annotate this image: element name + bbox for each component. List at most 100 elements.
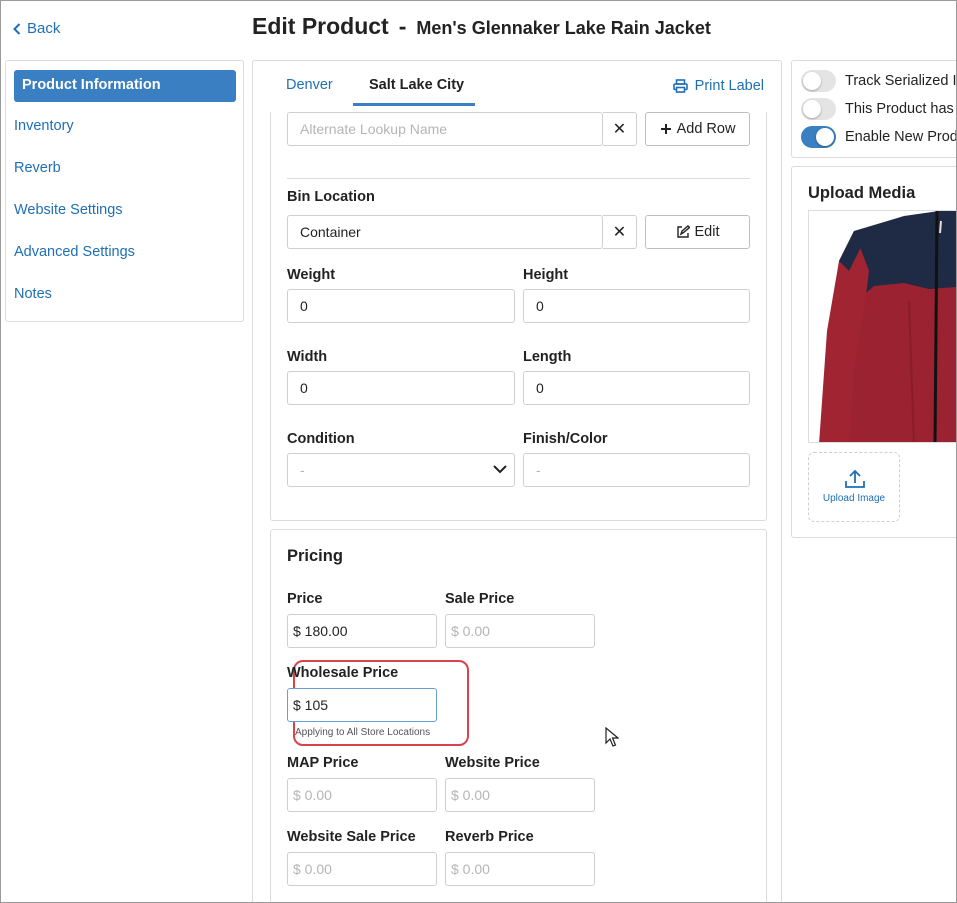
track-serialized-row: Track Serialized In xyxy=(801,70,957,92)
wholesale-price-label: Wholesale Price xyxy=(287,665,399,681)
sale-price-placeholder: $ 0.00 xyxy=(451,623,490,639)
divider xyxy=(287,178,750,179)
reverb-price-label: Reverb Price xyxy=(445,829,534,845)
bin-location-value: Container xyxy=(300,224,361,240)
upload-icon xyxy=(845,469,865,488)
edit-label: Edit xyxy=(694,224,720,240)
length-label: Length xyxy=(523,349,572,365)
alternate-lookup-input[interactable]: Alternate Lookup Name xyxy=(287,112,603,146)
product-has-label: This Product has xyxy=(845,101,954,117)
toggle-knob xyxy=(803,100,821,118)
wholesale-hint: Applying to All Store Locations xyxy=(295,727,431,738)
nav-item-advanced-settings[interactable]: Advanced Settings xyxy=(14,244,135,260)
sale-price-label: Sale Price xyxy=(445,591,515,607)
finish-color-input[interactable]: - xyxy=(523,453,750,487)
nav-item-product-information[interactable]: Product Information xyxy=(14,70,236,102)
main-panel: Denver Salt Lake City Print Label Altern… xyxy=(252,60,782,902)
enable-new-product-row: Enable New Produ xyxy=(801,126,957,148)
plus-icon xyxy=(660,124,671,134)
printer-icon xyxy=(672,79,688,93)
toggle-knob xyxy=(816,128,834,146)
back-label: Back xyxy=(27,20,61,37)
upload-media-card: Upload Media Upload Image xyxy=(791,166,956,538)
clear-bin-location-button[interactable]: ✕ xyxy=(603,215,637,249)
nav-item-notes[interactable]: Notes xyxy=(14,286,52,302)
website-price-placeholder: $ 0.00 xyxy=(451,787,490,803)
section-nav: Product Information Inventory Reverb Web… xyxy=(5,60,244,322)
chevron-left-icon xyxy=(13,22,21,35)
map-price-label: MAP Price xyxy=(287,755,359,771)
mouse-cursor-icon xyxy=(605,727,619,747)
toggle-knob xyxy=(803,72,821,90)
jacket-image xyxy=(809,211,956,442)
track-serialized-toggle[interactable] xyxy=(801,70,836,92)
alternate-lookup-placeholder: Alternate Lookup Name xyxy=(300,121,448,137)
bin-location-input[interactable]: Container xyxy=(287,215,603,249)
map-price-placeholder: $ 0.00 xyxy=(293,787,332,803)
price-input[interactable]: $ 180.00 xyxy=(287,614,437,648)
product-has-toggle[interactable] xyxy=(801,98,836,120)
website-sale-price-placeholder: $ 0.00 xyxy=(293,861,332,877)
website-sale-price-input[interactable]: $ 0.00 xyxy=(287,852,437,886)
track-serialized-label: Track Serialized In xyxy=(845,73,957,89)
reverb-price-input[interactable]: $ 0.00 xyxy=(445,852,595,886)
product-settings-card: Track Serialized In This Product has Ena… xyxy=(791,60,957,158)
nav-item-reverb[interactable]: Reverb xyxy=(14,160,61,176)
height-value: 0 xyxy=(536,298,544,314)
finish-color-label: Finish/Color xyxy=(523,431,608,447)
edit-icon xyxy=(676,225,690,238)
add-row-label: Add Row xyxy=(676,121,736,137)
close-icon: ✕ xyxy=(612,121,627,138)
condition-label: Condition xyxy=(287,431,355,447)
clear-alternate-lookup-button[interactable]: ✕ xyxy=(603,112,637,146)
weight-label: Weight xyxy=(287,267,336,283)
edit-bin-button[interactable]: Edit xyxy=(645,215,750,249)
condition-select[interactable]: - xyxy=(287,453,515,487)
product-photo[interactable] xyxy=(808,210,956,443)
length-input[interactable]: 0 xyxy=(523,371,750,405)
width-label: Width xyxy=(287,349,328,365)
nav-item-inventory[interactable]: Inventory xyxy=(14,118,74,134)
app-window: Back Edit Product - Men's Glennaker Lake… xyxy=(0,0,957,903)
page-title: Edit Product - Men's Glennaker Lake Rain… xyxy=(252,13,711,40)
length-value: 0 xyxy=(536,380,544,396)
wholesale-price-input[interactable]: $ 105 xyxy=(287,688,437,722)
map-price-input[interactable]: $ 0.00 xyxy=(287,778,437,812)
finish-color-value: - xyxy=(536,462,541,478)
add-row-button[interactable]: Add Row xyxy=(645,112,750,146)
upload-image-label: Upload Image xyxy=(822,493,886,504)
tab-denver[interactable]: Denver xyxy=(286,77,333,93)
location-tabs: Denver Salt Lake City Print Label xyxy=(253,61,781,111)
details-card: Alternate Lookup Name ✕ Add Row Bin Loca… xyxy=(270,112,767,521)
website-price-label: Website Price xyxy=(445,755,540,771)
nav-item-website-settings[interactable]: Website Settings xyxy=(14,202,123,218)
price-label: Price xyxy=(287,591,323,607)
weight-input[interactable]: 0 xyxy=(287,289,515,323)
price-value: $ 180.00 xyxy=(293,623,348,639)
pricing-card: Pricing Price Sale Price $ 180.00 $ 0.00… xyxy=(270,529,767,902)
upload-image-button[interactable]: Upload Image xyxy=(808,452,900,522)
sale-price-input[interactable]: $ 0.00 xyxy=(445,614,595,648)
title-separator: - xyxy=(398,13,407,39)
active-tab-indicator xyxy=(353,103,475,106)
product-has-row: This Product has xyxy=(801,98,954,120)
wholesale-price-value: $ 105 xyxy=(293,697,329,713)
back-link[interactable]: Back xyxy=(13,20,60,37)
enable-new-product-label: Enable New Produ xyxy=(845,129,957,145)
width-input[interactable]: 0 xyxy=(287,371,515,405)
reverb-price-placeholder: $ 0.00 xyxy=(451,861,490,877)
upload-media-title: Upload Media xyxy=(808,184,916,202)
bin-location-label: Bin Location xyxy=(287,189,375,205)
enable-new-product-toggle[interactable] xyxy=(801,126,836,148)
product-name: Men's Glennaker Lake Rain Jacket xyxy=(416,18,711,38)
height-input[interactable]: 0 xyxy=(523,289,750,323)
pricing-title: Pricing xyxy=(287,547,343,565)
height-label: Height xyxy=(523,267,569,283)
chevron-down-icon xyxy=(493,465,507,474)
website-price-input[interactable]: $ 0.00 xyxy=(445,778,595,812)
print-label-button[interactable]: Print Label xyxy=(672,78,764,94)
website-sale-price-label: Website Sale Price xyxy=(287,829,416,845)
close-icon: ✕ xyxy=(612,224,627,241)
page-title-text: Edit Product xyxy=(252,13,389,39)
tab-salt-lake-city[interactable]: Salt Lake City xyxy=(369,77,464,93)
